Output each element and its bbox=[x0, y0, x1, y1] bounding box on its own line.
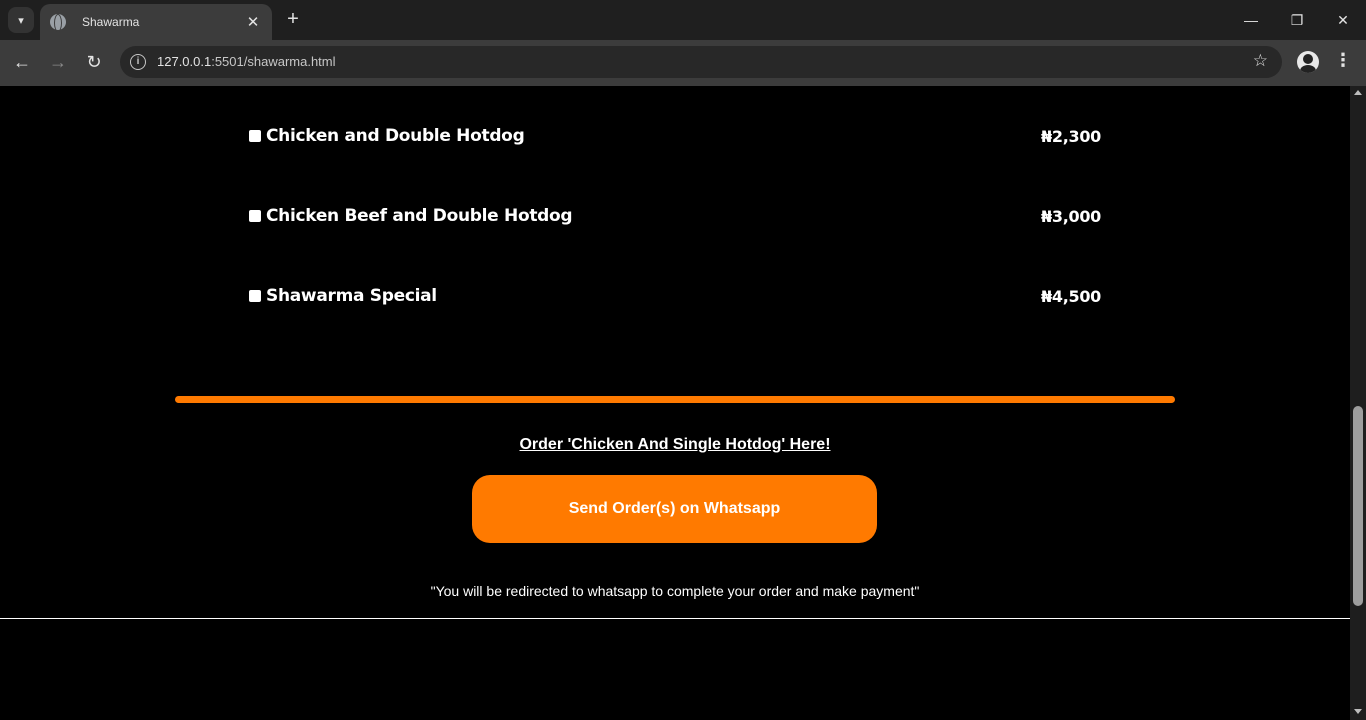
browser-tab[interactable]: Shawarma ✕ bbox=[40, 4, 272, 40]
redirect-note: "You will be redirected to whatsapp to c… bbox=[430, 583, 920, 599]
scroll-down-icon[interactable] bbox=[1354, 709, 1362, 714]
new-tab-icon[interactable]: + bbox=[282, 8, 304, 30]
tab-title: Shawarma bbox=[82, 15, 140, 29]
reload-icon[interactable]: ↻ bbox=[80, 48, 108, 76]
menu-item: Shawarma Special ₦4,500 bbox=[249, 284, 1101, 308]
window-close-icon[interactable]: ✕ bbox=[1320, 0, 1366, 40]
item-price: ₦2,300 bbox=[1041, 126, 1101, 146]
tab-search-chevron-icon[interactable]: ▾ bbox=[8, 7, 34, 33]
minimize-icon[interactable]: — bbox=[1228, 0, 1274, 40]
back-arrow-icon[interactable]: ← bbox=[8, 48, 36, 76]
address-bar[interactable]: i 127.0.0.1:5501/shawarma.html ☆ bbox=[120, 46, 1282, 78]
menu-kebab-icon[interactable]: ⋮ bbox=[1334, 50, 1352, 71]
send-whatsapp-button[interactable]: Send Order(s) on Whatsapp bbox=[472, 475, 877, 543]
item-price: ₦3,000 bbox=[1041, 206, 1101, 226]
page-scrollbar[interactable] bbox=[1350, 86, 1366, 720]
item-name: Chicken Beef and Double Hotdog bbox=[266, 206, 573, 226]
tab-strip: ▾ Shawarma ✕ + — ❐ ✕ bbox=[0, 0, 1366, 40]
item-checkbox[interactable] bbox=[249, 290, 261, 302]
browser-toolbar: ← → ↻ i 127.0.0.1:5501/shawarma.html ☆ ⋮ bbox=[0, 40, 1366, 86]
scroll-up-icon[interactable] bbox=[1354, 90, 1362, 95]
order-link[interactable]: Order 'Chicken And Single Hotdog' Here! bbox=[0, 436, 1350, 454]
menu-item: Chicken Beef and Double Hotdog ₦3,000 bbox=[249, 204, 1101, 228]
page-viewport: Chicken and Double Hotdog ₦2,300 Chicken… bbox=[0, 86, 1350, 720]
url-text[interactable]: 127.0.0.1:5501/shawarma.html bbox=[157, 54, 336, 69]
footer-divider bbox=[0, 618, 1350, 619]
url-path: :5501/shawarma.html bbox=[211, 54, 336, 69]
item-checkbox[interactable] bbox=[249, 130, 261, 142]
item-checkbox[interactable] bbox=[249, 210, 261, 222]
item-price: ₦4,500 bbox=[1041, 286, 1101, 306]
forward-arrow-icon[interactable]: → bbox=[44, 48, 72, 76]
scroll-thumb[interactable] bbox=[1353, 406, 1363, 606]
item-name: Shawarma Special bbox=[266, 286, 437, 306]
orange-divider bbox=[175, 396, 1175, 403]
bookmark-star-icon[interactable]: ☆ bbox=[1253, 51, 1268, 71]
url-host: 127.0.0.1 bbox=[157, 54, 212, 69]
restore-icon[interactable]: ❐ bbox=[1274, 0, 1320, 40]
profile-avatar[interactable] bbox=[1297, 51, 1319, 73]
menu-item: Chicken and Double Hotdog ₦2,300 bbox=[249, 124, 1101, 148]
globe-icon bbox=[50, 14, 66, 32]
site-info-icon[interactable]: i bbox=[130, 54, 146, 70]
item-name: Chicken and Double Hotdog bbox=[266, 126, 525, 146]
close-tab-icon[interactable]: ✕ bbox=[244, 13, 262, 31]
